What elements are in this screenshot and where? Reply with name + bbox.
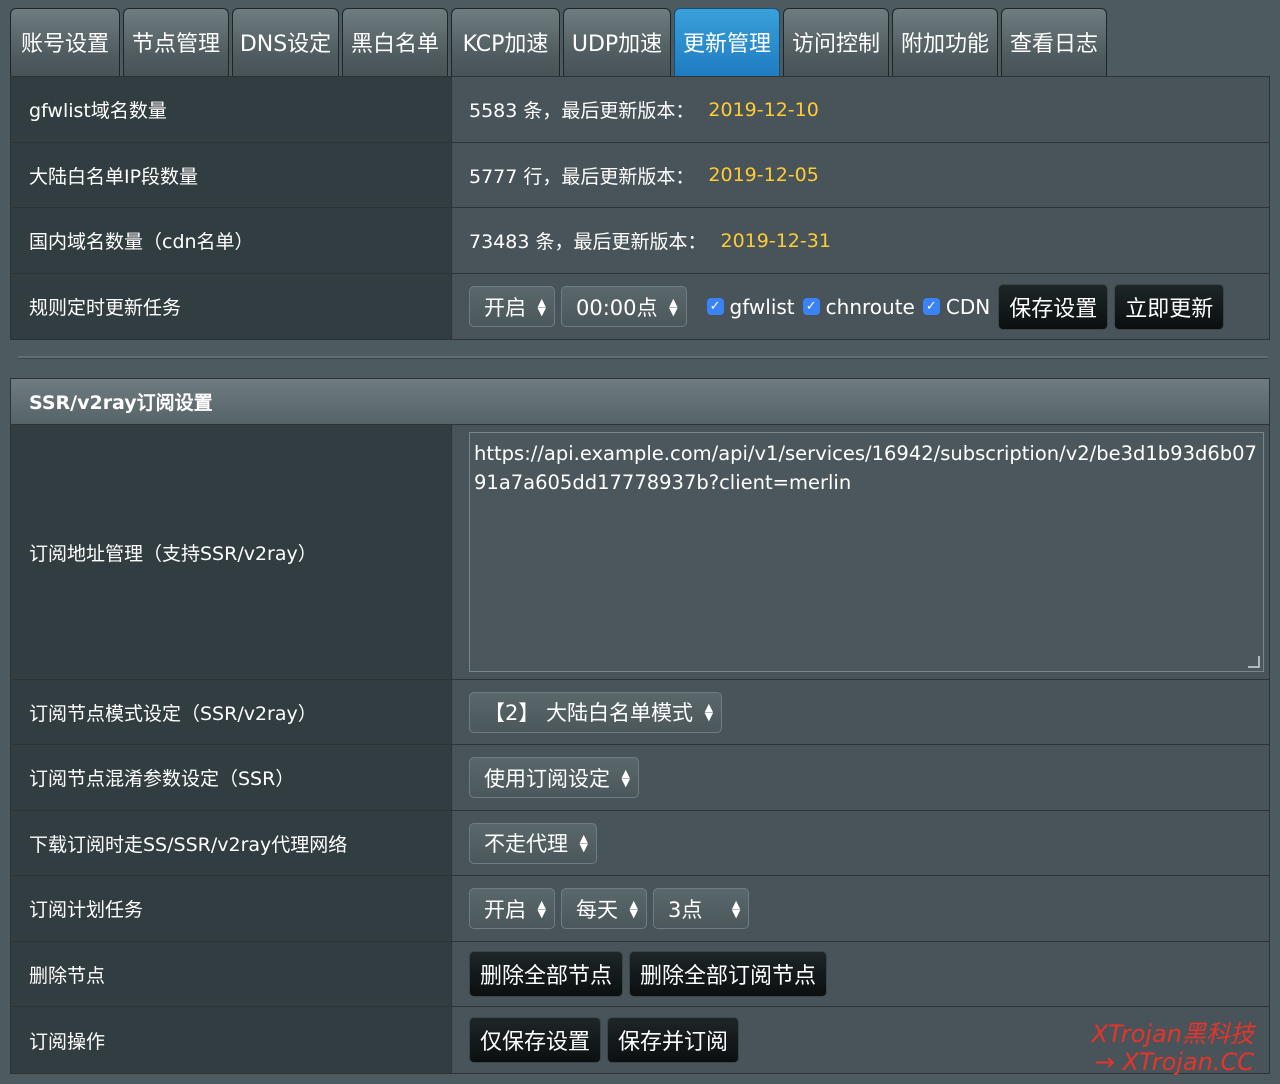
chevron-updown-icon: ▲ ▼ <box>621 766 630 789</box>
sub-proxy-label: 下载订阅时走SS/SSR/v2ray代理网络 <box>11 811 452 875</box>
checkbox-chnroute[interactable]: ✓ <box>802 298 820 315</box>
tab-extra[interactable]: 附加功能 <box>892 8 998 76</box>
schedule-controls: 开启 ▲ ▼ 00:00点 ▲ ▼ ✓ gfwlist ✓ chnroute ✓ C… <box>452 274 1269 339</box>
delete-sub-nodes-button[interactable]: 删除全部订阅节点 <box>629 951 828 997</box>
delete-all-nodes-button[interactable]: 删除全部节点 <box>469 951 624 997</box>
sub-address-textarea[interactable]: https://api.example.com/api/v1/services/… <box>469 432 1264 672</box>
cdn-count: 73483 条，最后更新版本： <box>469 231 707 253</box>
sub-address-cell: https://api.example.com/api/v1/services/… <box>452 425 1269 679</box>
checkbox-cdn[interactable]: ✓ <box>922 298 940 315</box>
sub-plan-hour-value: 3点 <box>668 897 703 922</box>
sub-plan-day-select[interactable]: 每天 ▲ ▼ <box>561 888 647 929</box>
schedule-enable-value: 开启 <box>484 295 526 320</box>
sub-delete-label: 删除节点 <box>11 942 452 1006</box>
schedule-time-select[interactable]: 00:00点 ▲ ▼ <box>561 286 687 327</box>
sub-address-value: https://api.example.com/api/v1/services/… <box>474 442 1257 494</box>
sub-address-row: 订阅地址管理（支持SSR/v2ray） https://api.example.… <box>11 425 1269 680</box>
update-now-button[interactable]: 立即更新 <box>1114 283 1225 330</box>
subscribe-table: SSR/v2ray订阅设置 订阅地址管理（支持SSR/v2ray） https:… <box>10 378 1270 1074</box>
chevron-updown-icon: ▲ ▼ <box>629 897 638 920</box>
chnroute-value: 5777 行，最后更新版本： 2019-12-05 <box>452 143 1269 207</box>
sub-plan-hour-select[interactable]: 3点 ▲ ▼ <box>653 888 750 929</box>
cdn-checkbox-item: ✓ CDN <box>922 294 991 319</box>
cdn-value: 73483 条，最后更新版本： 2019-12-31 <box>452 208 1269 273</box>
chnroute-count: 5777 行，最后更新版本： <box>469 165 695 188</box>
cdn-row: 国内域名数量（cdn名单） 73483 条，最后更新版本： 2019-12-31 <box>11 208 1269 274</box>
checkbox-gfwlist-label: gfwlist <box>729 294 795 319</box>
chevron-updown-icon: ▲ ▼ <box>537 897 546 920</box>
tab-bar: 账号设置 节点管理 DNS设定 黑白名单 KCP加速 UDP加速 更新管理 访问… <box>10 8 1107 76</box>
gfwlist-version: 2019-12-10 <box>708 98 819 121</box>
checkbox-chnroute-label: chnroute <box>825 294 915 319</box>
gfwlist-checkbox-item: ✓ gfwlist <box>706 294 795 319</box>
watermark: XTrojan黑科技 → XTrojan.CC <box>1092 1020 1254 1076</box>
sub-obfs-value: 使用订阅设定 <box>484 766 610 791</box>
schedule-row: 规则定时更新任务 开启 ▲ ▼ 00:00点 ▲ ▼ ✓ gfwlist ✓ chn… <box>11 274 1269 339</box>
rules-table: gfwlist域名数量 5583 条，最后更新版本： 2019-12-10 大陆… <box>10 76 1270 340</box>
chnroute-checkbox-item: ✓ chnroute <box>802 294 915 319</box>
tab-access[interactable]: 访问控制 <box>783 8 889 76</box>
sub-delete-row: 删除节点 删除全部节点 删除全部订阅节点 <box>11 942 1269 1007</box>
sub-plan-row: 订阅计划任务 开启 ▲ ▼ 每天 ▲ ▼ 3点 ▲ ▼ <box>11 876 1269 942</box>
gfwlist-value: 5583 条，最后更新版本： 2019-12-10 <box>452 77 1269 142</box>
schedule-time-value: 00:00点 <box>576 295 658 320</box>
sub-proxy-row: 下载订阅时走SS/SSR/v2ray代理网络 不走代理 ▲ ▼ <box>11 811 1269 876</box>
sub-obfs-label: 订阅节点混淆参数设定（SSR） <box>11 745 452 810</box>
tab-account[interactable]: 账号设置 <box>10 8 120 76</box>
chevron-updown-icon: ▲ ▼ <box>579 832 588 854</box>
sub-mode-label: 订阅节点模式设定（SSR/v2ray） <box>11 680 452 744</box>
tab-udp[interactable]: UDP加速 <box>563 8 671 76</box>
gfwlist-row: gfwlist域名数量 5583 条，最后更新版本： 2019-12-10 <box>11 77 1269 143</box>
sub-plan-label: 订阅计划任务 <box>11 876 452 941</box>
section-divider <box>18 356 1268 359</box>
sub-ops-row: 订阅操作 仅保存设置 保存并订阅 <box>11 1007 1269 1073</box>
tab-dns[interactable]: DNS设定 <box>232 8 339 76</box>
schedule-enable-select[interactable]: 开启 ▲ ▼ <box>469 286 555 327</box>
watermark-line2: → XTrojan.CC <box>1094 1048 1254 1076</box>
tab-update[interactable]: 更新管理 <box>674 8 780 76</box>
tab-blackwhite[interactable]: 黑白名单 <box>342 8 448 76</box>
chnroute-version: 2019-12-05 <box>708 164 819 186</box>
checkbox-gfwlist[interactable]: ✓ <box>706 298 724 315</box>
resize-handle-icon[interactable] <box>1248 656 1260 668</box>
save-settings-button[interactable]: 保存设置 <box>998 283 1109 330</box>
chevron-updown-icon: ▲ ▼ <box>537 295 546 318</box>
chnroute-label: 大陆白名单IP段数量 <box>11 143 452 207</box>
sub-plan-enable-value: 开启 <box>484 897 526 922</box>
sub-delete-cell: 删除全部节点 删除全部订阅节点 <box>452 942 1269 1006</box>
watermark-line1: XTrojan黑科技 <box>1091 1020 1254 1048</box>
sub-proxy-select[interactable]: 不走代理 ▲ ▼ <box>469 822 597 864</box>
chevron-updown-icon: ▲ ▼ <box>704 701 714 723</box>
sub-plan-enable-select[interactable]: 开启 ▲ ▼ <box>469 888 555 929</box>
gfwlist-label: gfwlist域名数量 <box>11 77 452 142</box>
sub-proxy-value: 不走代理 <box>484 832 568 856</box>
sub-mode-value: 【2】 大陆白名单模式 <box>484 701 694 725</box>
save-and-subscribe-button[interactable]: 保存并订阅 <box>607 1017 740 1063</box>
sub-obfs-cell: 使用订阅设定 ▲ ▼ <box>452 745 1269 810</box>
sub-address-label: 订阅地址管理（支持SSR/v2ray） <box>11 425 452 679</box>
chevron-updown-icon: ▲ ▼ <box>669 295 678 318</box>
chnroute-row: 大陆白名单IP段数量 5777 行，最后更新版本： 2019-12-05 <box>11 143 1269 208</box>
sub-ops-label: 订阅操作 <box>11 1007 452 1073</box>
gfwlist-count: 5583 条，最后更新版本： <box>469 100 695 122</box>
tab-kcp[interactable]: KCP加速 <box>451 8 560 76</box>
sub-plan-cell: 开启 ▲ ▼ 每天 ▲ ▼ 3点 ▲ ▼ <box>452 876 1269 941</box>
chevron-updown-icon: ▲ ▼ <box>731 897 741 920</box>
cdn-version: 2019-12-31 <box>720 229 831 252</box>
tab-log[interactable]: 查看日志 <box>1001 8 1107 76</box>
sub-mode-cell: 【2】 大陆白名单模式 ▲ ▼ <box>452 680 1269 744</box>
sub-obfs-select[interactable]: 使用订阅设定 ▲ ▼ <box>469 757 639 798</box>
sub-obfs-row: 订阅节点混淆参数设定（SSR） 使用订阅设定 ▲ ▼ <box>11 745 1269 811</box>
cdn-label: 国内域名数量（cdn名单） <box>11 208 452 273</box>
sub-mode-row: 订阅节点模式设定（SSR/v2ray） 【2】 大陆白名单模式 ▲ ▼ <box>11 680 1269 745</box>
tab-nodes[interactable]: 节点管理 <box>123 8 229 76</box>
sub-mode-select[interactable]: 【2】 大陆白名单模式 ▲ ▼ <box>469 691 723 733</box>
save-only-button[interactable]: 仅保存设置 <box>469 1017 602 1063</box>
schedule-label: 规则定时更新任务 <box>11 274 452 339</box>
subscribe-section-title: SSR/v2ray订阅设置 <box>11 379 1269 425</box>
checkbox-cdn-label: CDN <box>945 294 991 319</box>
sub-proxy-cell: 不走代理 ▲ ▼ <box>452 811 1269 875</box>
sub-plan-day-value: 每天 <box>576 897 618 922</box>
